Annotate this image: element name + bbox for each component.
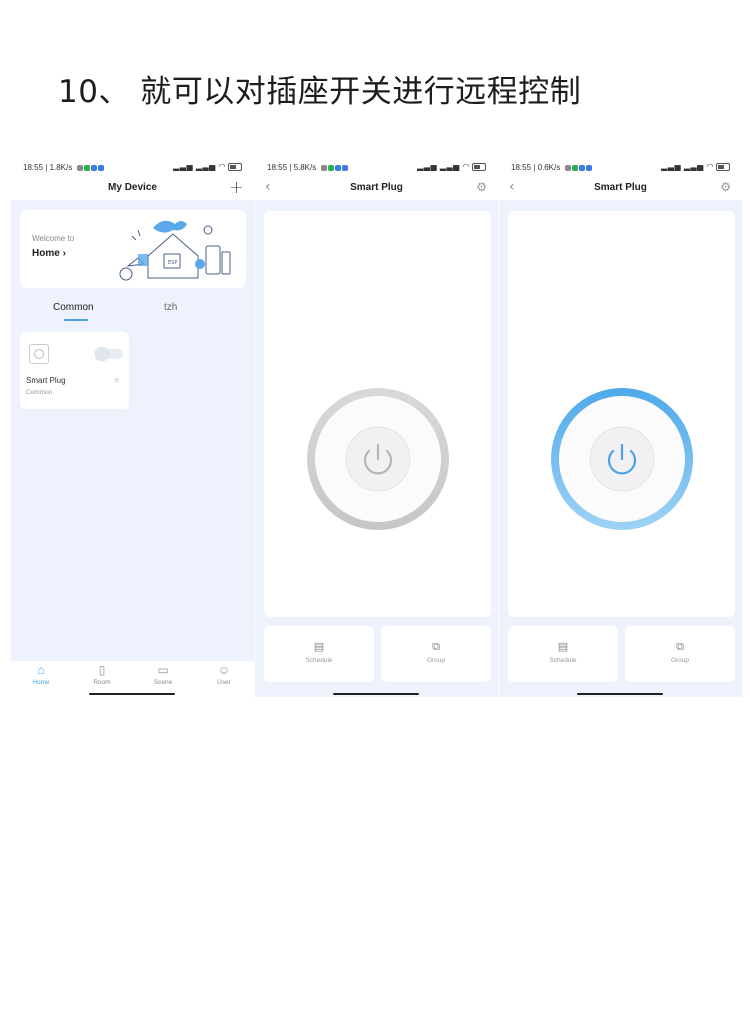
schedule-button[interactable]: ▤ Schedule <box>264 626 374 682</box>
status-bar: 18:55 | 0.6K/s ▂▃▅ ▂▃▅ ◠ <box>499 154 742 180</box>
home-icon: ⌂ <box>37 663 45 677</box>
network-speed: 5.8K/s <box>293 163 317 172</box>
plug-icon <box>29 344 49 364</box>
notification-icons <box>564 163 593 172</box>
scene-icon: ▭ <box>157 663 169 677</box>
signal-icon: ▂▃▅ ▂▃▅ <box>417 162 460 171</box>
smart-home-illustration: ESP <box>119 220 231 281</box>
signal-icon: ▂▃▅ ▂▃▅ <box>661 162 704 171</box>
home-indicator <box>333 693 419 695</box>
caption-title: 10、 就可以对插座开关进行远程控制 <box>58 74 582 110</box>
phone-screen-plug-on: 18:55 | 0.6K/s ▂▃▅ ▂▃▅ ◠ ‹ Smart Plug ⚙ … <box>499 154 742 697</box>
power-panel <box>264 211 491 617</box>
home-selector[interactable]: Home › <box>32 248 66 259</box>
tab-active-indicator <box>64 319 88 321</box>
device-card-smart-plug[interactable]: Smart Plug Common ⌾ <box>20 332 129 409</box>
group-icon: ⧉ <box>432 640 440 653</box>
nav-home-label: Home <box>32 679 50 686</box>
system-icons: ▂▃▅ ▂▃▅ ◠ <box>417 162 486 171</box>
home-indicator <box>577 693 663 695</box>
battery-icon <box>472 162 486 171</box>
nav-scene-label: Scene <box>153 679 173 686</box>
battery-icon <box>716 162 730 171</box>
device-room: Common <box>26 389 53 396</box>
nav-user-label: User <box>217 679 231 686</box>
network-speed: 0.6K/s <box>537 163 561 172</box>
group-label: Group <box>670 657 690 664</box>
nav-room[interactable]: ▯ Room <box>82 663 122 686</box>
phone-screen-plug-off: 18:55 | 5.8K/s ▂▃▅ ▂▃▅ ◠ ‹ Smart Plug ⚙ … <box>255 154 498 697</box>
status-time-group: 18:55 | 0.6K/s <box>511 163 593 172</box>
door-icon: ▯ <box>98 663 106 677</box>
status-bar: 18:55 | 5.8K/s ▂▃▅ ▂▃▅ ◠ <box>255 154 498 180</box>
signal-icon: ▂▃▅ ▂▃▅ <box>173 162 216 171</box>
notification-icons <box>76 163 105 172</box>
nav-home[interactable]: ⌂ Home <box>21 663 61 686</box>
nav-bar: ‹ Smart Plug ⚙ <box>255 179 498 200</box>
nav-user[interactable]: ☺ User <box>204 663 244 686</box>
nav-bar: ‹ Smart Plug ⚙ <box>499 179 742 200</box>
nav-bar: My Device + <box>11 177 254 200</box>
group-button[interactable]: ⧉ Group <box>625 626 735 682</box>
status-time: 18:55 <box>23 163 44 172</box>
page-title: My Device <box>108 182 157 193</box>
gear-icon[interactable]: ⚙ <box>720 180 731 194</box>
device-name: Smart Plug <box>26 376 66 385</box>
add-device-button[interactable]: + <box>229 177 244 198</box>
power-button-off[interactable] <box>306 387 450 531</box>
device-power-toggle[interactable] <box>95 347 123 361</box>
nav-room-label: Room <box>93 679 111 686</box>
phone-screen-device-list: 18:55 | 1.8K/s ▂▃▅ ▂▃▅ ◠ My Device + Wel… <box>11 154 254 697</box>
page-title: Smart Plug <box>350 182 403 193</box>
status-time-group: 18:55 | 5.8K/s <box>267 163 349 172</box>
network-speed: 1.8K/s <box>49 163 73 172</box>
schedule-button[interactable]: ▤ Schedule <box>508 626 618 682</box>
calendar-icon: ▤ <box>557 640 569 653</box>
user-icon: ☺ <box>217 663 231 677</box>
system-icons: ▂▃▅ ▂▃▅ ◠ <box>173 162 242 171</box>
wifi-icon: ◠ <box>218 162 226 171</box>
nav-scene[interactable]: ▭ Scene <box>143 663 183 686</box>
status-time: 18:55 <box>267 163 288 172</box>
battery-icon <box>228 162 242 171</box>
tab-tzh[interactable]: tzh <box>164 302 177 313</box>
chevron-right-icon: › <box>62 248 66 259</box>
system-icons: ▂▃▅ ▂▃▅ ◠ <box>661 162 730 171</box>
calendar-icon: ▤ <box>313 640 325 653</box>
notification-icons <box>320 163 349 172</box>
location-pin-icon: ⌾ <box>114 376 119 385</box>
power-button-on[interactable] <box>550 387 694 531</box>
status-time-group: 18:55 | 1.8K/s <box>23 163 105 172</box>
schedule-label: Schedule <box>549 657 577 664</box>
group-icon: ⧉ <box>676 640 684 653</box>
welcome-text: Welcome to <box>32 234 75 243</box>
home-label: Home <box>32 248 60 259</box>
tab-common[interactable]: Common <box>53 302 94 313</box>
status-time: 18:55 <box>511 163 532 172</box>
home-indicator <box>89 693 175 695</box>
welcome-card[interactable]: Welcome to Home › ESP <box>20 210 246 288</box>
group-label: Group <box>426 657 446 664</box>
group-button[interactable]: ⧉ Group <box>381 626 491 682</box>
status-bar: 18:55 | 1.8K/s ▂▃▅ ▂▃▅ ◠ <box>11 154 254 180</box>
gear-icon[interactable]: ⚙ <box>476 180 487 194</box>
power-panel <box>508 211 735 617</box>
svg-text:ESP: ESP <box>168 260 177 266</box>
bottom-nav: ⌂ Home ▯ Room ▭ Scene ☺ User <box>11 661 254 697</box>
wifi-icon: ◠ <box>706 162 714 171</box>
schedule-label: Schedule <box>305 657 333 664</box>
page-title: Smart Plug <box>594 182 647 193</box>
wifi-icon: ◠ <box>462 162 470 171</box>
